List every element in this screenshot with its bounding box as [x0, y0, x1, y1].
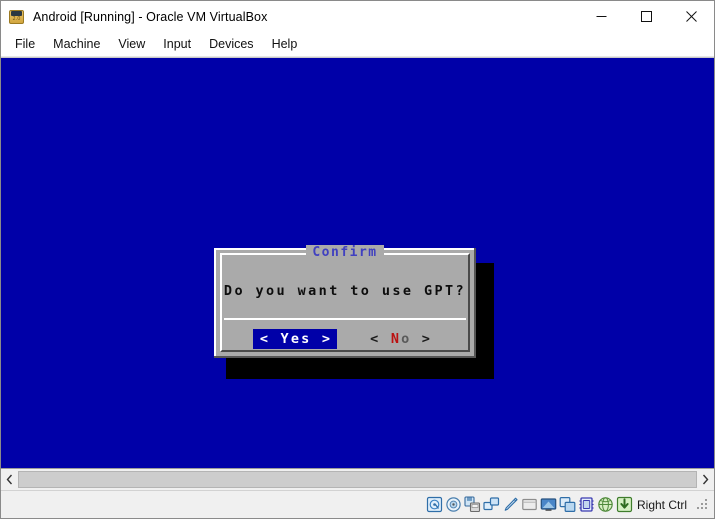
menu-view[interactable]: View — [109, 34, 154, 55]
scroll-right-button[interactable] — [697, 470, 714, 489]
menubar: File Machine View Input Devices Help — [1, 32, 714, 57]
scroll-left-button[interactable] — [1, 470, 18, 489]
chevron-right-icon — [702, 474, 709, 485]
chevron-left-icon — [6, 474, 13, 485]
close-button[interactable] — [669, 1, 714, 32]
optical-disk-icon[interactable] — [445, 496, 462, 513]
no-hotkey: N — [390, 331, 402, 347]
vm-screen[interactable]: Confirm Do you want to use GPT? < Yes > … — [1, 57, 714, 468]
yes-button[interactable]: < Yes > — [252, 329, 338, 349]
menu-devices[interactable]: Devices — [200, 34, 262, 55]
maximize-icon — [641, 11, 652, 22]
dialog-message: Do you want to use GPT? — [223, 283, 467, 299]
window-controls — [579, 1, 714, 32]
no-button[interactable]: < No > — [363, 329, 437, 349]
yes-bracket-right: > — [321, 331, 333, 347]
dialog-frame: Confirm Do you want to use GPT? < Yes > … — [220, 245, 470, 352]
yes-bracket-left: < — [259, 331, 271, 347]
remote-desktop-icon[interactable] — [559, 496, 576, 513]
statusbar: Right Ctrl — [1, 490, 714, 518]
network-adapter-icon[interactable] — [483, 496, 500, 513]
globe-icon[interactable] — [597, 496, 614, 513]
menu-help[interactable]: Help — [263, 34, 307, 55]
app-icon-badge: 2.0 — [12, 16, 21, 22]
dialog-button-row: < Yes > < No > — [222, 329, 468, 349]
device-indicator-group — [426, 496, 633, 513]
floppy-disk-icon[interactable] — [464, 496, 481, 513]
menu-machine[interactable]: Machine — [44, 34, 109, 55]
virtualbox-android-icon: 2.0 — [8, 8, 25, 25]
no-bracket-right: > — [421, 331, 433, 347]
display-icon[interactable] — [540, 496, 557, 513]
menu-file[interactable]: File — [6, 34, 44, 55]
window-titlebar: 2.0 Android [Running] - Oracle VM Virtua… — [1, 1, 714, 32]
minimize-icon — [596, 16, 607, 17]
yes-label-rest: es — [290, 331, 312, 347]
scrollbar-thumb[interactable] — [18, 471, 697, 488]
dialog-title: Confirm — [222, 245, 468, 260]
confirm-dialog: Confirm Do you want to use GPT? < Yes > … — [214, 245, 476, 358]
dialog-title-text: Confirm — [306, 245, 384, 260]
no-bracket-left: < — [370, 331, 381, 347]
minimize-button[interactable] — [579, 1, 624, 32]
window-title: Android [Running] - Oracle VM VirtualBox — [33, 9, 268, 24]
no-label-rest: o — [401, 331, 412, 347]
dialog-separator — [224, 318, 466, 320]
capture-icon[interactable] — [616, 496, 633, 513]
hard-disk-icon[interactable] — [426, 496, 443, 513]
usb-icon[interactable] — [502, 496, 519, 513]
scrollbar-track[interactable] — [18, 471, 697, 488]
resize-grip-icon[interactable] — [697, 499, 708, 510]
close-icon — [686, 11, 697, 22]
host-key-label: Right Ctrl — [636, 497, 687, 512]
virtualbox-window: 2.0 Android [Running] - Oracle VM Virtua… — [0, 0, 715, 519]
menu-input[interactable]: Input — [154, 34, 200, 55]
maximize-button[interactable] — [624, 1, 669, 32]
yes-hotkey: Y — [280, 331, 291, 347]
cpu-icon[interactable] — [578, 496, 595, 513]
horizontal-scrollbar[interactable] — [1, 468, 714, 490]
shared-folders-icon[interactable] — [521, 496, 538, 513]
